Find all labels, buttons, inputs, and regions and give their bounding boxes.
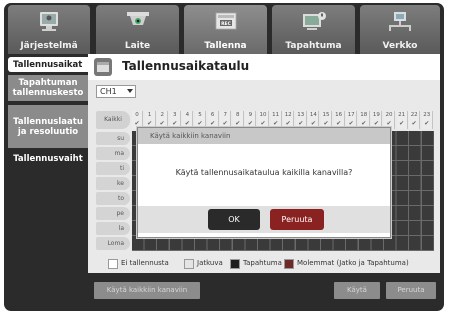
day-label[interactable]: la: [96, 222, 130, 235]
checkmark-icon: ✔: [424, 120, 430, 127]
hour-label: 1: [147, 112, 152, 118]
day-label[interactable]: Loma: [96, 237, 130, 250]
hour-label: 17: [347, 112, 355, 118]
hour-label: 4: [185, 112, 190, 118]
dialog-footer: OK Peruuta: [138, 206, 390, 233]
confirm-dialog: Käytä kaikkiin kanaviin Käytä tallennusa…: [137, 127, 391, 238]
legend-label: Ei tallennusta: [121, 259, 169, 267]
hour-label: 14: [309, 112, 317, 118]
sidebar-item-tallennusvaihtoehdot[interactable]: Tallennusvaiht: [8, 150, 88, 168]
day-row: Loma: [96, 236, 434, 251]
monitor-icon: [40, 12, 58, 31]
legend-swatch-both: [284, 259, 294, 269]
day-header: Kaikki: [96, 111, 130, 129]
bottom-bar: Käytä kaikkiin kanaviin Käytä Peruuta: [88, 273, 440, 308]
record-icon: REC: [215, 12, 236, 30]
svg-text:REC: REC: [221, 21, 232, 27]
channel-select-value: CH1: [100, 87, 117, 96]
top-navigation: Järjestelmä Laite REC Tallenna Tapahtuma…: [8, 5, 440, 54]
day-label[interactable]: ma: [96, 147, 130, 160]
dialog-message: Käytä tallennusaikataulua kaikilla kanav…: [175, 168, 353, 177]
hour-label: 15: [322, 112, 330, 118]
sidebar-item-tallennuslaatu[interactable]: Tallennuslaatu ja resoluutio: [8, 105, 88, 148]
hour-label: 22: [410, 112, 418, 118]
hour-select-23[interactable]: 23 ✔: [421, 111, 433, 129]
checkmark-icon: ✔: [399, 120, 405, 127]
title-bar: Tallennusaikataulu: [88, 54, 440, 80]
hour-label: 2: [160, 112, 164, 118]
day-label[interactable]: to: [96, 192, 130, 205]
tab-jarjestelma[interactable]: Järjestelmä: [8, 5, 90, 54]
day-label[interactable]: su: [96, 132, 130, 145]
hour-label: 8: [236, 112, 240, 118]
day-label[interactable]: ke: [96, 177, 130, 190]
tab-label: Tapahtuma: [285, 41, 342, 51]
hour-label: 9: [248, 112, 253, 118]
sidebar-item-label: Tallennusvaiht: [13, 154, 83, 164]
dialog-title: Käytä kaikkiin kanaviin: [138, 128, 390, 144]
hour-label: 3: [173, 112, 177, 118]
tab-label: Verkko: [382, 41, 418, 51]
sidebar-item-label: Tapahtuman tallennuskesto: [12, 78, 84, 98]
hour-label: 23: [423, 112, 431, 118]
hour-label: 6: [210, 112, 215, 118]
dialog-cancel-button[interactable]: Peruuta: [270, 209, 324, 230]
hour-label: 16: [335, 112, 343, 118]
sidebar-item-tapahtuman-tallennuskesto[interactable]: Tapahtuman tallennuskesto: [8, 75, 88, 101]
sidebar-item-label: Tallennuslaatu ja resoluutio: [13, 116, 83, 137]
tab-verkko[interactable]: Verkko: [360, 5, 440, 54]
tab-tallenna[interactable]: REC Tallenna: [184, 5, 267, 54]
hour-label: 21: [398, 112, 406, 118]
hour-label: 20: [385, 112, 393, 118]
legend-swatch-none: [108, 259, 118, 269]
hour-select-22[interactable]: 22 ✔: [409, 111, 421, 129]
hour-label: 19: [372, 112, 380, 118]
hour-label: 10: [259, 112, 267, 118]
dialog-ok-button[interactable]: OK: [208, 209, 260, 230]
camera-icon: [126, 12, 149, 25]
day-schedule-cells[interactable]: [132, 236, 434, 251]
sidebar-item-label: Tallennusaikat: [13, 59, 83, 70]
event-icon: [302, 12, 326, 30]
tab-laite[interactable]: Laite: [96, 5, 179, 54]
day-label[interactable]: ti: [96, 162, 130, 175]
tab-label: Tallenna: [204, 41, 247, 51]
legend: Ei tallennusta Jatkuva Tapahtuma Molemma…: [108, 258, 438, 270]
hour-label: 7: [223, 112, 227, 118]
apply-all-channels-button[interactable]: Käytä kaikkiin kanaviin: [94, 282, 200, 299]
legend-label: Jatkuva: [197, 259, 223, 267]
hour-label: 11: [272, 112, 280, 118]
legend-label: Tapahtuma: [243, 259, 282, 267]
legend-swatch-event: [230, 259, 240, 269]
tab-label: Järjestelmä: [20, 41, 78, 51]
schedule-icon: [94, 58, 112, 76]
day-label[interactable]: pe: [96, 207, 130, 220]
tab-tapahtuma[interactable]: Tapahtuma: [272, 5, 355, 54]
hour-label: 5: [198, 112, 202, 118]
page-title: Tallennusaikataulu: [122, 59, 250, 73]
hour-label: 13: [297, 112, 305, 118]
sidebar: Tallennusaikat Tapahtuman tallennuskesto…: [8, 54, 88, 308]
hour-label: 18: [360, 112, 368, 118]
apply-button[interactable]: Käytä: [334, 282, 380, 299]
dvr-window: Järjestelmä Laite REC Tallenna Tapahtuma…: [4, 3, 444, 311]
hour-select-21[interactable]: 21 ✔: [396, 111, 408, 129]
checkmark-icon: ✔: [411, 120, 417, 127]
legend-label: Molemmat (Jatko ja Tapahtuma): [297, 259, 409, 267]
network-icon: [389, 12, 411, 31]
tab-label: Laite: [124, 41, 151, 51]
cancel-button[interactable]: Peruuta: [386, 282, 436, 299]
legend-swatch-continuous: [184, 259, 194, 269]
chevron-down-icon: [127, 89, 133, 93]
hour-label: 0: [135, 112, 139, 118]
hour-label: 12: [284, 112, 292, 118]
sidebar-item-tallennusaikataulu[interactable]: Tallennusaikat: [8, 57, 88, 72]
channel-select[interactable]: CH1: [96, 85, 136, 98]
